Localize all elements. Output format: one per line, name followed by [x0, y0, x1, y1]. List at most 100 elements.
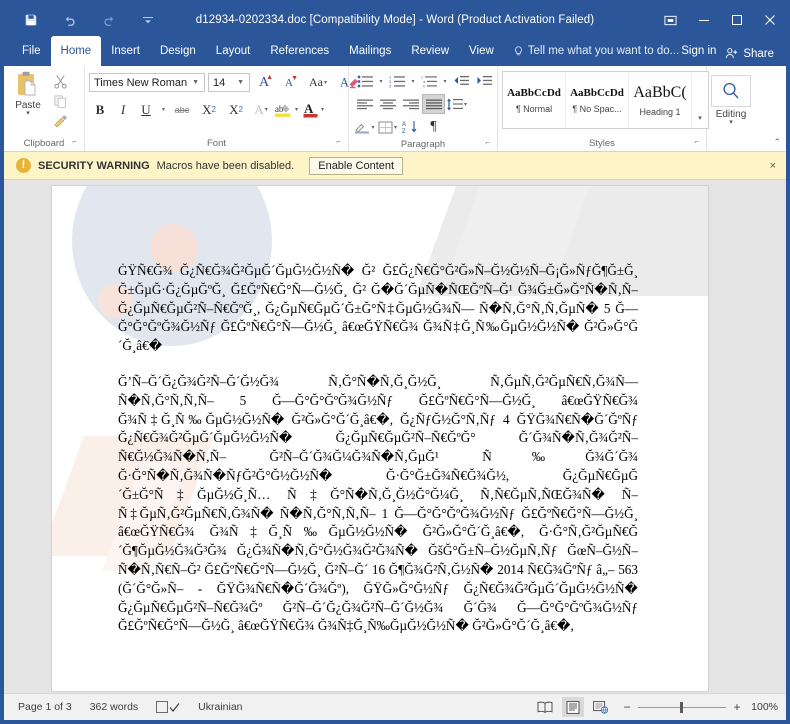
- tab-view[interactable]: View: [459, 36, 504, 66]
- text-effects-icon[interactable]: A ▾: [250, 99, 272, 120]
- customize-qat-icon[interactable]: [139, 12, 156, 29]
- show-formatting-marks-icon[interactable]: ¶: [422, 117, 445, 137]
- document-area[interactable]: ĠŸÑ€Ğ¾ Ğ¿Ñ€Ğ¾Ğ²ĞµĞ´ĞµĞ½Ğ½Ñ� Ğ² Ğ£Ğ¿Ñ€Ğ°Ğ…: [4, 180, 786, 693]
- clipboard-dialog-launcher-icon[interactable]: ⌐: [72, 134, 77, 149]
- undo-icon[interactable]: [61, 12, 78, 29]
- word-count-status[interactable]: 362 words: [90, 701, 138, 713]
- zoom-slider-track[interactable]: [638, 701, 726, 713]
- style-item-normal[interactable]: AaBbCcDd ¶ Normal: [503, 72, 566, 128]
- align-right-icon[interactable]: [399, 94, 422, 114]
- collapse-ribbon-icon[interactable]: ⌃: [773, 137, 781, 148]
- read-mode-icon[interactable]: [534, 697, 556, 717]
- sign-in-link[interactable]: Sign in: [681, 36, 716, 66]
- tab-mailings[interactable]: Mailings: [339, 36, 401, 66]
- tab-review[interactable]: Review: [401, 36, 459, 66]
- bold-button[interactable]: B: [89, 99, 111, 120]
- align-left-icon[interactable]: [353, 94, 376, 114]
- ribbon-tabs: File Home Insert Design Layout Reference…: [4, 36, 786, 66]
- tab-file[interactable]: File: [12, 36, 51, 66]
- style-sample-normal: AaBbCcDd: [507, 86, 561, 99]
- increase-indent-icon[interactable]: [472, 71, 495, 91]
- status-bar: Page 1 of 3 362 words Ukrainian − + 100%: [4, 693, 786, 720]
- proofing-errors-icon[interactable]: [156, 701, 180, 713]
- numbering-chevron-down-icon[interactable]: ▾: [408, 71, 417, 91]
- bullets-icon[interactable]: [353, 71, 376, 91]
- document-page[interactable]: ĠŸÑ€Ğ¾ Ğ¿Ñ€Ğ¾Ğ²ĞµĞ´ĞµĞ½Ğ½Ñ� Ğ² Ğ£Ğ¿Ñ€Ğ°Ğ…: [52, 186, 708, 691]
- italic-button[interactable]: I: [112, 99, 134, 120]
- font-group-text: Font: [206, 138, 226, 149]
- justify-icon[interactable]: [422, 94, 445, 114]
- font-size-chevron-down-icon[interactable]: ▼: [234, 79, 247, 86]
- language-status[interactable]: Ukrainian: [198, 701, 242, 713]
- zoom-out-button[interactable]: −: [622, 700, 632, 714]
- grow-font-icon[interactable]: A ▲: [253, 72, 275, 93]
- highlight-color-icon[interactable]: ab ▾: [273, 99, 299, 120]
- font-size-combo[interactable]: 14 ▼: [208, 73, 250, 92]
- format-painter-icon[interactable]: [53, 114, 69, 130]
- style-sample-heading-1: AaBbC(: [633, 83, 687, 101]
- multilevel-list-icon[interactable]: 1ab: [417, 71, 440, 91]
- font-name-chevron-down-icon[interactable]: ▼: [189, 79, 202, 86]
- shrink-font-icon[interactable]: A ▼: [278, 72, 300, 93]
- styles-more-icon[interactable]: ▾: [692, 72, 708, 128]
- align-center-icon[interactable]: [376, 94, 399, 114]
- sort-icon[interactable]: AZ: [399, 117, 422, 137]
- page-number-status[interactable]: Page 1 of 3: [18, 701, 72, 713]
- underline-button[interactable]: U: [135, 99, 157, 120]
- cut-icon[interactable]: [53, 74, 69, 90]
- editing-caret-icon[interactable]: ▾: [729, 119, 733, 126]
- styles-dialog-launcher-icon[interactable]: ⌐: [694, 134, 699, 149]
- font-name-combo[interactable]: Times New Roman ▼: [89, 73, 205, 92]
- tab-design[interactable]: Design: [150, 36, 206, 66]
- warning-icon: !: [16, 158, 31, 173]
- copy-icon[interactable]: [53, 94, 69, 110]
- text-effects-label: A: [254, 101, 264, 117]
- tab-home[interactable]: Home: [50, 36, 102, 66]
- tab-layout[interactable]: Layout: [206, 36, 261, 66]
- word-window: d12934-0202334.doc [Compatibility Mode] …: [0, 0, 790, 724]
- multilevel-chevron-down-icon[interactable]: ▾: [440, 71, 449, 91]
- paste-button[interactable]: Paste ▾: [8, 71, 48, 117]
- style-item-no-spacing[interactable]: AaBbCcDd ¶ No Spac...: [566, 72, 629, 128]
- font-color-icon[interactable]: A ▾: [300, 99, 326, 120]
- zoom-control[interactable]: − + 100%: [622, 700, 778, 714]
- paragraph-dialog-launcher-icon[interactable]: ⌐: [485, 135, 490, 150]
- underline-label: U: [141, 101, 151, 117]
- numbering-icon[interactable]: 123: [385, 71, 408, 91]
- maximize-icon[interactable]: [720, 4, 753, 36]
- minimize-icon[interactable]: [687, 4, 720, 36]
- ribbon-display-options-icon[interactable]: [654, 4, 687, 36]
- enable-content-button[interactable]: Enable Content: [309, 156, 404, 175]
- svg-text:a: a: [423, 80, 425, 84]
- close-security-bar-icon[interactable]: ×: [770, 160, 776, 172]
- save-icon[interactable]: [22, 12, 39, 29]
- decrease-indent-icon[interactable]: [449, 71, 472, 91]
- zoom-slider-thumb[interactable]: [680, 701, 683, 713]
- style-item-heading-1[interactable]: AaBbC( Heading 1: [629, 72, 692, 128]
- superscript-button[interactable]: X2: [223, 99, 249, 120]
- bullets-chevron-down-icon[interactable]: ▾: [376, 71, 385, 91]
- underline-chevron-down-icon[interactable]: ▾: [158, 99, 168, 120]
- find-icon[interactable]: [711, 75, 751, 107]
- style-name-normal: ¶ Normal: [515, 103, 553, 114]
- tab-insert[interactable]: Insert: [101, 36, 150, 66]
- print-layout-icon[interactable]: [562, 697, 584, 717]
- tab-references[interactable]: References: [260, 36, 339, 66]
- document-text[interactable]: ĠŸÑ€Ğ¾ Ğ¿Ñ€Ğ¾Ğ²ĞµĞ´ĞµĞ½Ğ½Ñ� Ğ² Ğ£Ğ¿Ñ€Ğ°Ğ…: [118, 262, 638, 653]
- line-spacing-icon[interactable]: ▾: [445, 94, 468, 114]
- editing-button[interactable]: Editing ▾: [711, 71, 751, 126]
- borders-icon[interactable]: ▾: [376, 117, 399, 137]
- share-button[interactable]: Share: [717, 43, 782, 64]
- web-layout-icon[interactable]: [590, 697, 612, 717]
- zoom-in-button[interactable]: +: [732, 700, 742, 714]
- strikethrough-button[interactable]: abc: [169, 99, 195, 120]
- tell-me-box[interactable]: Tell me what you want to do...: [514, 36, 679, 66]
- close-icon[interactable]: [753, 4, 786, 36]
- redo-icon[interactable]: [100, 12, 117, 29]
- shading-icon[interactable]: ▾: [353, 117, 376, 137]
- change-case-icon[interactable]: Aa ▾: [303, 72, 333, 93]
- paste-caret-icon[interactable]: ▾: [26, 110, 30, 117]
- zoom-level-label[interactable]: 100%: [748, 701, 778, 713]
- font-dialog-launcher-icon[interactable]: ⌐: [336, 134, 341, 149]
- subscript-button[interactable]: X2: [196, 99, 222, 120]
